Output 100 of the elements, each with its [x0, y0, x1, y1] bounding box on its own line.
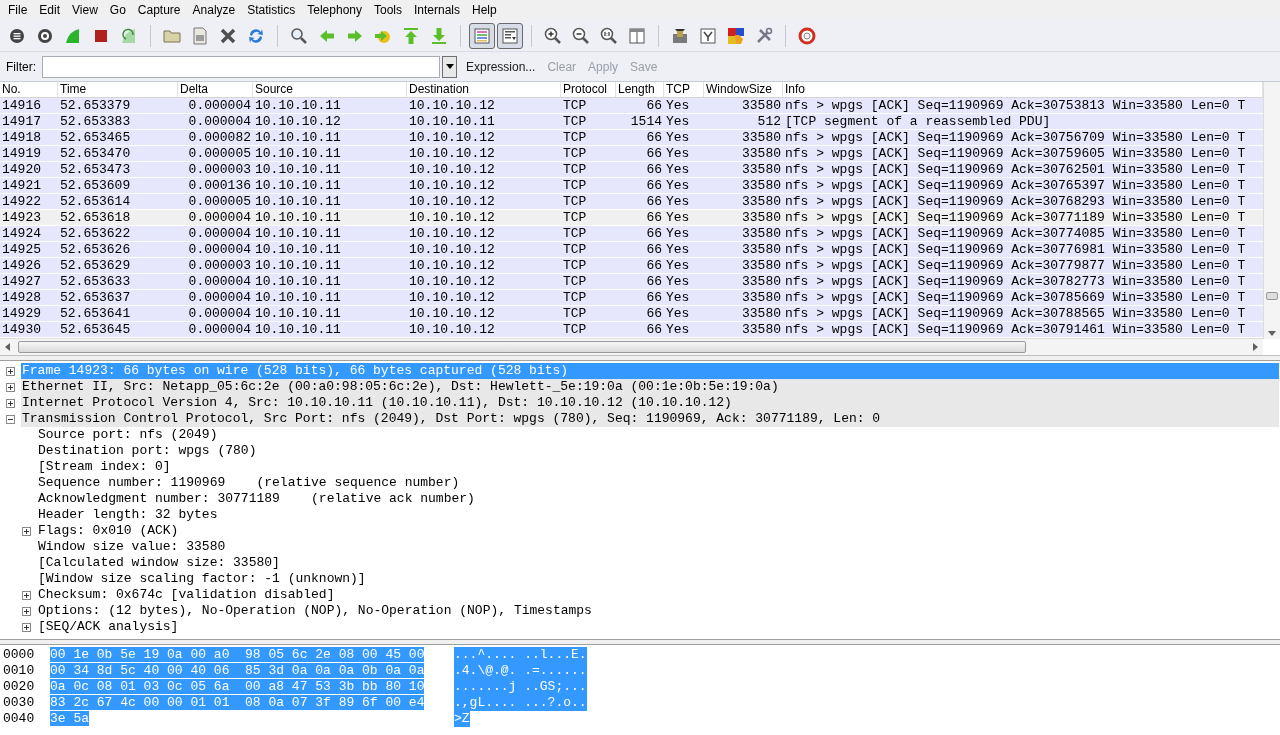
table-cell: 0.000003 [188, 258, 251, 273]
table-cell: nfs > wpgs [ACK] Seq=1190969 Ack=30782773 Win=33580 Len=0 T [785, 274, 1246, 289]
expand-icon[interactable] [22, 590, 31, 600]
tree-field[interactable]: [SEQ/ACK analysis] [37, 619, 1280, 635]
packet-row[interactable]: 14919 52.653470 0.000005 10.10.10.11 10.10.10.12 TCP 66 Yes 33580 nfs > wpgs [ACK] Seq=1190969 Ack=30759605 Win=33580 Len=0 T [0, 146, 1263, 162]
table-cell: 52.653465 [60, 130, 131, 145]
table-cell: 52.653470 [60, 146, 131, 161]
packet-row[interactable]: 14920 52.653473 0.000003 10.10.10.11 10.10.10.12 TCP 66 Yes 33580 nfs > wpgs [ACK] Seq=1190969 Ack=30762501 Win=33580 Len=0 T [0, 162, 1263, 178]
tree-field[interactable]: Destination port: wpgs (780) [37, 443, 1280, 459]
packet-row[interactable]: 14916 52.653379 0.000004 10.10.10.11 10.10.10.12 TCP 66 Yes 33580 nfs > wpgs [ACK] Seq=1190969 Ack=30753813 Win=33580 Len=0 T [0, 98, 1263, 114]
collapse-icon[interactable] [6, 414, 15, 424]
menu-item[interactable]: Capture [131, 0, 187, 20]
table-cell: 52.653609 [60, 178, 131, 193]
tree-field[interactable]: Window size value: 33580 [37, 539, 1280, 555]
expand-icon[interactable] [22, 526, 31, 536]
close-icon [219, 26, 237, 45]
menu-item[interactable]: File [2, 0, 34, 20]
column-header[interactable]: Time [58, 82, 178, 97]
table-cell: 66 [646, 162, 662, 177]
menu-item[interactable]: Analyze [186, 0, 242, 20]
filter-button[interactable]: Expression... [463, 57, 539, 76]
scroll-left-icon[interactable] [5, 343, 10, 351]
expand-icon[interactable] [6, 366, 15, 376]
menu-item[interactable]: Edit [33, 0, 67, 20]
tree-item[interactable]: Internet Protocol Version 4, Src: 10.10.10.11 (10.10.10.11), Dst: 10.10.10.12 (10.10.10.12) [21, 395, 1279, 411]
zoom-in-icon [544, 26, 562, 45]
menu-item[interactable]: Internals [408, 0, 467, 20]
packet-row[interactable]: 14925 52.653626 0.000004 10.10.10.11 10.10.10.12 TCP 66 Yes 33580 nfs > wpgs [ACK] Seq=1190969 Ack=30776981 Win=33580 Len=0 T [0, 242, 1263, 258]
packet-row[interactable]: 14918 52.653465 0.000082 10.10.10.11 10.10.10.12 TCP 66 Yes 33580 nfs > wpgs [ACK] Seq=1190969 Ack=30756709 Win=33580 Len=0 T [0, 130, 1263, 146]
search-icon [290, 26, 308, 45]
filter-input[interactable] [42, 55, 440, 78]
toolbar-button[interactable] [469, 22, 495, 49]
packet-row[interactable]: 14921 52.653609 0.000136 10.10.10.11 10.10.10.12 TCP 66 Yes 33580 nfs > wpgs [ACK] Seq=1190969 Ack=30765397 Win=33580 Len=0 T [0, 178, 1263, 194]
expand-icon[interactable] [22, 622, 31, 632]
tree-field[interactable]: Flags: 0x010 (ACK) [37, 523, 1280, 539]
table-cell: 66 [646, 226, 662, 241]
packet-row[interactable]: 14928 52.653637 0.000004 10.10.10.11 10.10.10.12 TCP 66 Yes 33580 nfs > wpgs [ACK] Seq=1190969 Ack=30785669 Win=33580 Len=0 T [0, 290, 1263, 306]
tree-field[interactable]: [Calculated window size: 33580] [37, 555, 1280, 571]
packet-row[interactable]: 14929 52.653641 0.000004 10.10.10.11 10.10.10.12 TCP 66 Yes 33580 nfs > wpgs [ACK] Seq=1190969 Ack=30788565 Win=33580 Len=0 T [0, 306, 1263, 322]
toolbar-button[interactable] [497, 22, 523, 49]
packet-row[interactable]: 14926 52.653629 0.000003 10.10.10.11 10.10.10.12 TCP 66 Yes 33580 nfs > wpgs [ACK] Seq=1190969 Ack=30779877 Win=33580 Len=0 T [0, 258, 1263, 274]
tree-field[interactable]: Source port: nfs (2049) [37, 427, 1280, 443]
table-cell: 10.10.10.11 [255, 274, 341, 289]
tree-item[interactable]: Ethernet II, Src: Netapp_05:6c:2e (00:a0:98:05:6c:2e), Dst: Hewlett-_5e:19:0a (00:1e:0b:5e:19:0a) [21, 379, 1279, 395]
column-header[interactable]: Source [253, 82, 407, 97]
menu-item[interactable]: View [66, 0, 104, 20]
table-cell: 10.10.10.12 [409, 306, 495, 321]
scroll-down-icon[interactable] [1268, 331, 1276, 336]
dropdown-button[interactable] [442, 55, 457, 78]
menu-item[interactable]: Go [103, 0, 132, 20]
packet-row[interactable]: 14930 52.653645 0.000004 10.10.10.11 10.10.10.12 TCP 66 Yes 33580 nfs > wpgs [ACK] Seq=1190969 Ack=30791461 Win=33580 Len=0 T [0, 322, 1263, 338]
table-cell: 0.000004 [188, 226, 251, 241]
vertical-scrollbar[interactable] [1263, 82, 1280, 339]
tree-field[interactable]: Options: (12 bytes), No-Operation (NOP), No-Operation (NOP), Timestamps [37, 603, 1280, 619]
column-header[interactable]: No. [0, 82, 58, 97]
column-header[interactable]: Protocol [561, 82, 616, 97]
table-cell: nfs > wpgs [ACK] Seq=1190969 Ack=30759605 Win=33580 Len=0 T [785, 146, 1246, 161]
packet-row[interactable]: 14927 52.653633 0.000004 10.10.10.11 10.10.10.12 TCP 66 Yes 33580 nfs > wpgs [ACK] Seq=1190969 Ack=30782773 Win=33580 Len=0 T [0, 274, 1263, 290]
table-cell: 14921 [2, 178, 41, 193]
scroll-thumb[interactable] [1266, 292, 1278, 300]
tree-field[interactable]: Acknowledgment number: 30771189 (relative ack number) [37, 491, 1280, 507]
expand-icon[interactable] [6, 398, 15, 408]
packet-row[interactable]: 14922 52.653614 0.000005 10.10.10.11 10.10.10.12 TCP 66 Yes 33580 nfs > wpgs [ACK] Seq=1190969 Ack=30768293 Win=33580 Len=0 T [0, 194, 1263, 210]
table-cell: 14923 [2, 210, 41, 225]
display-filter-icon [699, 26, 717, 45]
packet-row[interactable]: 14924 52.653622 0.000004 10.10.10.11 10.10.10.12 TCP 66 Yes 33580 nfs > wpgs [ACK] Seq=1190969 Ack=30774085 Win=33580 Len=0 T [0, 226, 1263, 242]
menu-item[interactable]: Help [466, 0, 503, 20]
table-cell: 66 [646, 306, 662, 321]
tree-field[interactable]: [Window size scaling factor: -1 (unknown)] [37, 571, 1280, 587]
packet-row[interactable]: 14923 52.653618 0.000004 10.10.10.11 10.10.10.12 TCP 66 Yes 33580 nfs > wpgs [ACK] Seq=1190969 Ack=30771189 Win=33580 Len=0 T [0, 210, 1263, 226]
expand-icon[interactable] [6, 382, 15, 392]
menu-item[interactable]: Telephony [301, 0, 368, 20]
scroll-thumb[interactable] [18, 341, 1026, 353]
column-header[interactable]: Delta [178, 82, 253, 97]
scroll-right-icon[interactable] [1253, 343, 1258, 351]
table-cell: Yes [666, 98, 690, 113]
table-cell: 10.10.10.12 [409, 274, 495, 289]
menu-item[interactable]: Statistics [241, 0, 302, 20]
table-cell: 0.000136 [188, 178, 251, 193]
tree-field[interactable]: Sequence number: 1190969 (relative sequence number) [37, 475, 1280, 491]
tree-item[interactable]: Transmission Control Protocol, Src Port: nfs (2049), Dst Port: wpgs (780), Seq: 1190969, Ack: 30771189, Len: 0 [21, 411, 1279, 427]
column-header[interactable]: Destination [407, 82, 561, 97]
table-cell: 14930 [2, 322, 41, 337]
horizontal-scrollbar[interactable] [0, 338, 1263, 355]
table-cell: 10.10.10.12 [409, 162, 495, 177]
tree-field[interactable]: Header length: 32 bytes [37, 507, 1280, 523]
tree-field[interactable]: Checksum: 0x674c [validation disabled] [37, 587, 1280, 603]
column-header[interactable]: WindowSize [704, 82, 783, 97]
column-header[interactable]: TCP [664, 82, 704, 97]
tree-field[interactable]: [Stream index: 0] [37, 459, 1280, 475]
column-header[interactable]: Length [616, 82, 664, 97]
packet-row[interactable]: 14917 52.653383 0.000004 10.10.10.12 10.10.10.11 TCP 1514 Yes 512 [TCP segment of a reassembled PDU] [0, 114, 1263, 130]
table-cell: 10.10.10.12 [409, 322, 495, 337]
table-cell: 0.000005 [188, 194, 251, 209]
table-cell: 0.000004 [188, 98, 251, 113]
coloring-rules-icon [727, 26, 745, 45]
menu-item[interactable]: Tools [368, 0, 408, 20]
expand-icon[interactable] [22, 606, 31, 616]
tools-icon [755, 26, 773, 45]
table-cell: 33580 [742, 210, 781, 225]
